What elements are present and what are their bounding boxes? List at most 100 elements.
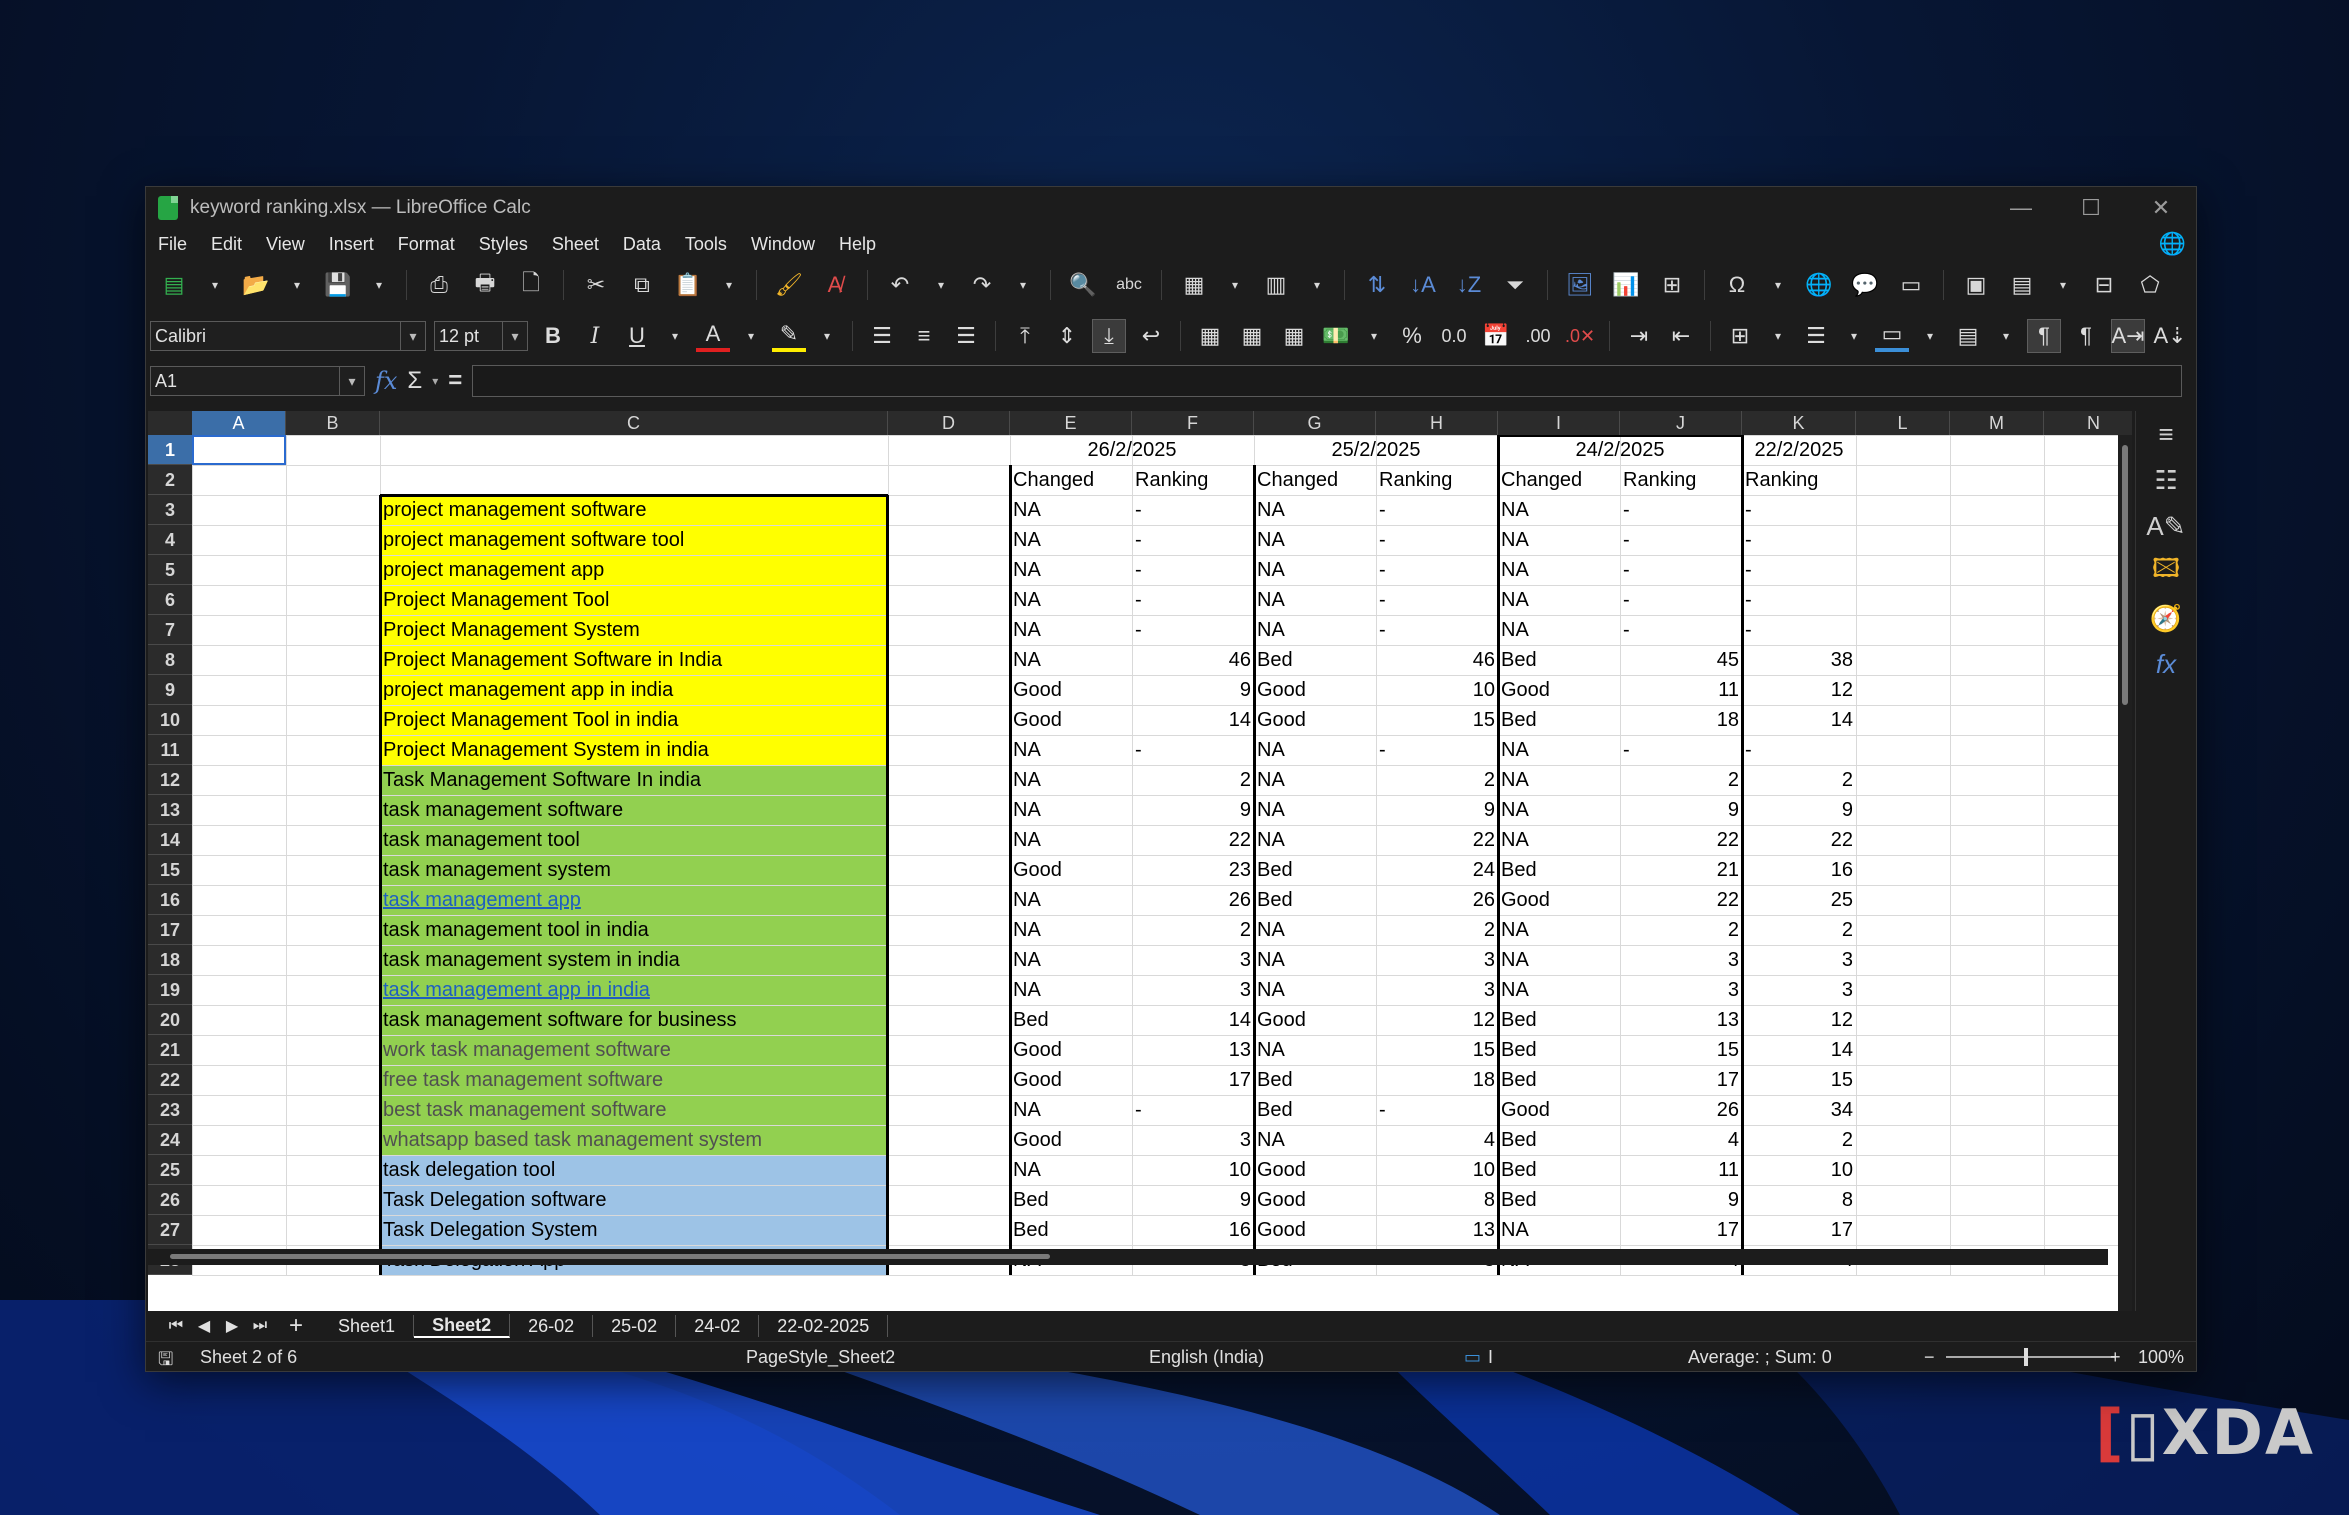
subheader-ranking[interactable]: Ranking [1135,465,1251,495]
ranking-cell[interactable]: Bed [1257,1095,1373,1125]
last-sheet-icon[interactable]: ⏭ [246,1317,274,1335]
ranking-cell[interactable]: 12 [1745,1005,1853,1035]
close-icon[interactable]: ✕ [2126,187,2196,229]
column-header-f[interactable]: F [1132,411,1254,435]
ranking-cell[interactable]: 3 [1623,945,1739,975]
ranking-cell[interactable]: Good [1013,705,1129,735]
styles-icon[interactable]: A✎ [2136,503,2196,549]
sheet-tab-24-02[interactable]: 24-02 [676,1315,760,1337]
ranking-cell[interactable]: - [1135,615,1251,645]
chevron-down-icon[interactable]: ▾ [366,267,392,303]
navigator-icon[interactable]: 🧭 [2136,595,2196,641]
ranking-cell[interactable]: - [1623,525,1739,555]
maximize-icon[interactable]: ☐ [2056,187,2126,229]
define-print-area-icon[interactable]: ▣ [1958,267,1994,303]
percent-format-icon[interactable]: % [1395,319,1429,353]
freeze-rows-icon[interactable]: ▤ [2004,267,2040,303]
row-header-23[interactable]: 23 [148,1095,192,1125]
menu-file[interactable]: File [158,234,187,255]
clear-formatting-icon[interactable]: A̸ [817,267,853,303]
bold-icon[interactable]: B [536,319,570,353]
font-color-icon[interactable]: A [696,320,730,352]
ranking-cell[interactable]: 22 [1745,825,1853,855]
ranking-cell[interactable]: Good [1257,1155,1373,1185]
keyword-cell[interactable]: Task Delegation software [383,1185,885,1215]
ranking-cell[interactable]: NA [1501,825,1617,855]
number-format-icon[interactable]: 0.0 [1437,319,1471,353]
ranking-cell[interactable]: NA [1501,585,1617,615]
ranking-cell[interactable]: 8 [1379,1185,1495,1215]
keyword-cell[interactable]: project management app in india [383,675,885,705]
keyword-cell[interactable]: task management software [383,795,885,825]
zoom-slider-track[interactable] [1946,1356,2116,1358]
ranking-cell[interactable]: 22 [1379,825,1495,855]
vertical-scrollbar[interactable] [2118,435,2132,1311]
row-header-12[interactable]: 12 [148,765,192,795]
ranking-cell[interactable]: 10 [1135,1155,1251,1185]
row-header-27[interactable]: 27 [148,1215,192,1245]
ranking-cell[interactable]: Bed [1501,1005,1617,1035]
ranking-cell[interactable]: NA [1013,645,1129,675]
ranking-cell[interactable]: NA [1013,825,1129,855]
decrease-indent-icon[interactable]: ⇤ [1664,319,1698,353]
ranking-cell[interactable]: Bed [1501,1125,1617,1155]
sheet-tab-sheet1[interactable]: Sheet1 [320,1315,415,1337]
increase-indent-icon[interactable]: ⇥ [1622,319,1656,353]
column-header-k[interactable]: K [1742,411,1856,435]
sheet-tab-22-02-2025[interactable]: 22-02-2025 [759,1315,889,1337]
ranking-cell[interactable]: NA [1501,1215,1617,1245]
menu-window[interactable]: Window [751,234,815,255]
chevron-down-icon[interactable]: ▾ [1222,267,1248,303]
split-window-icon[interactable]: ⊟ [2086,267,2122,303]
row-header-18[interactable]: 18 [148,945,192,975]
highlight-color-icon[interactable]: ✎ [772,320,806,352]
ranking-cell[interactable]: 3 [1135,1125,1251,1155]
chevron-down-icon[interactable]: ▾ [738,318,764,354]
ranking-cell[interactable]: NA [1013,585,1129,615]
comment-icon[interactable]: 💬 [1847,267,1883,303]
ranking-cell[interactable]: 45 [1623,645,1739,675]
row-header-2[interactable]: 2 [148,465,192,495]
pivot-table-icon[interactable]: ⊞ [1654,267,1690,303]
border-style-icon[interactable]: ☰ [1799,319,1833,353]
unmerge-cells-icon[interactable]: ▦ [1277,319,1311,353]
ranking-cell[interactable]: - [1623,615,1739,645]
ranking-cell[interactable]: Bed [1501,855,1617,885]
ranking-cell[interactable]: Good [1257,1185,1373,1215]
align-top-icon[interactable]: ⤒ [1008,319,1042,353]
ranking-cell[interactable]: 2 [1135,765,1251,795]
ranking-cell[interactable]: NA [1013,1155,1129,1185]
ranking-cell[interactable]: - [1379,615,1495,645]
font-size-box[interactable]: 12 pt ▾ [434,321,528,351]
ranking-cell[interactable]: 9 [1623,1185,1739,1215]
ranking-cell[interactable]: 16 [1135,1215,1251,1245]
date-header-22-2[interactable]: 22/2/2025 [1745,435,1853,465]
menu-help[interactable]: Help [839,234,876,255]
ranking-cell[interactable]: 10 [1745,1155,1853,1185]
row-header-21[interactable]: 21 [148,1035,192,1065]
column-header-h[interactable]: H [1376,411,1498,435]
merge-center-icon[interactable]: ▦ [1193,319,1227,353]
ranking-cell[interactable]: NA [1257,525,1373,555]
keyword-cell[interactable]: task management software for business [383,1005,885,1035]
keyword-cell[interactable]: task management tool in india [383,915,885,945]
chevron-down-icon[interactable]: ▾ [1304,267,1330,303]
keyword-cell[interactable]: Project Management System in india [383,735,885,765]
ranking-cell[interactable]: 22 [1623,885,1739,915]
align-center-icon[interactable]: ≡ [907,319,941,353]
wrap-text-icon[interactable]: ↩ [1134,319,1168,353]
spreadsheet-grid[interactable]: ABCDEFGHIJKLMN 1 2 3 4 5 6 7 8 9 10 11 12 13 14 15 16 17… [148,411,2132,1311]
ranking-cell[interactable]: Bed [1013,1185,1129,1215]
open-folder-icon[interactable]: 📂 [238,267,274,303]
previous-sheet-icon[interactable]: ◀ [190,1316,218,1336]
ranking-cell[interactable]: NA [1013,945,1129,975]
ranking-cell[interactable]: 22 [1135,825,1251,855]
ranking-cell[interactable]: 17 [1623,1215,1739,1245]
ranking-cell[interactable]: NA [1501,975,1617,1005]
align-left-icon[interactable]: ☰ [865,319,899,353]
ranking-cell[interactable]: 3 [1623,975,1739,1005]
ranking-cell[interactable]: Good [1013,855,1129,885]
header-footer-icon[interactable]: ▭ [1893,267,1929,303]
sort-descending-icon[interactable]: ↓Z [1451,267,1487,303]
ranking-cell[interactable]: Bed [1501,705,1617,735]
